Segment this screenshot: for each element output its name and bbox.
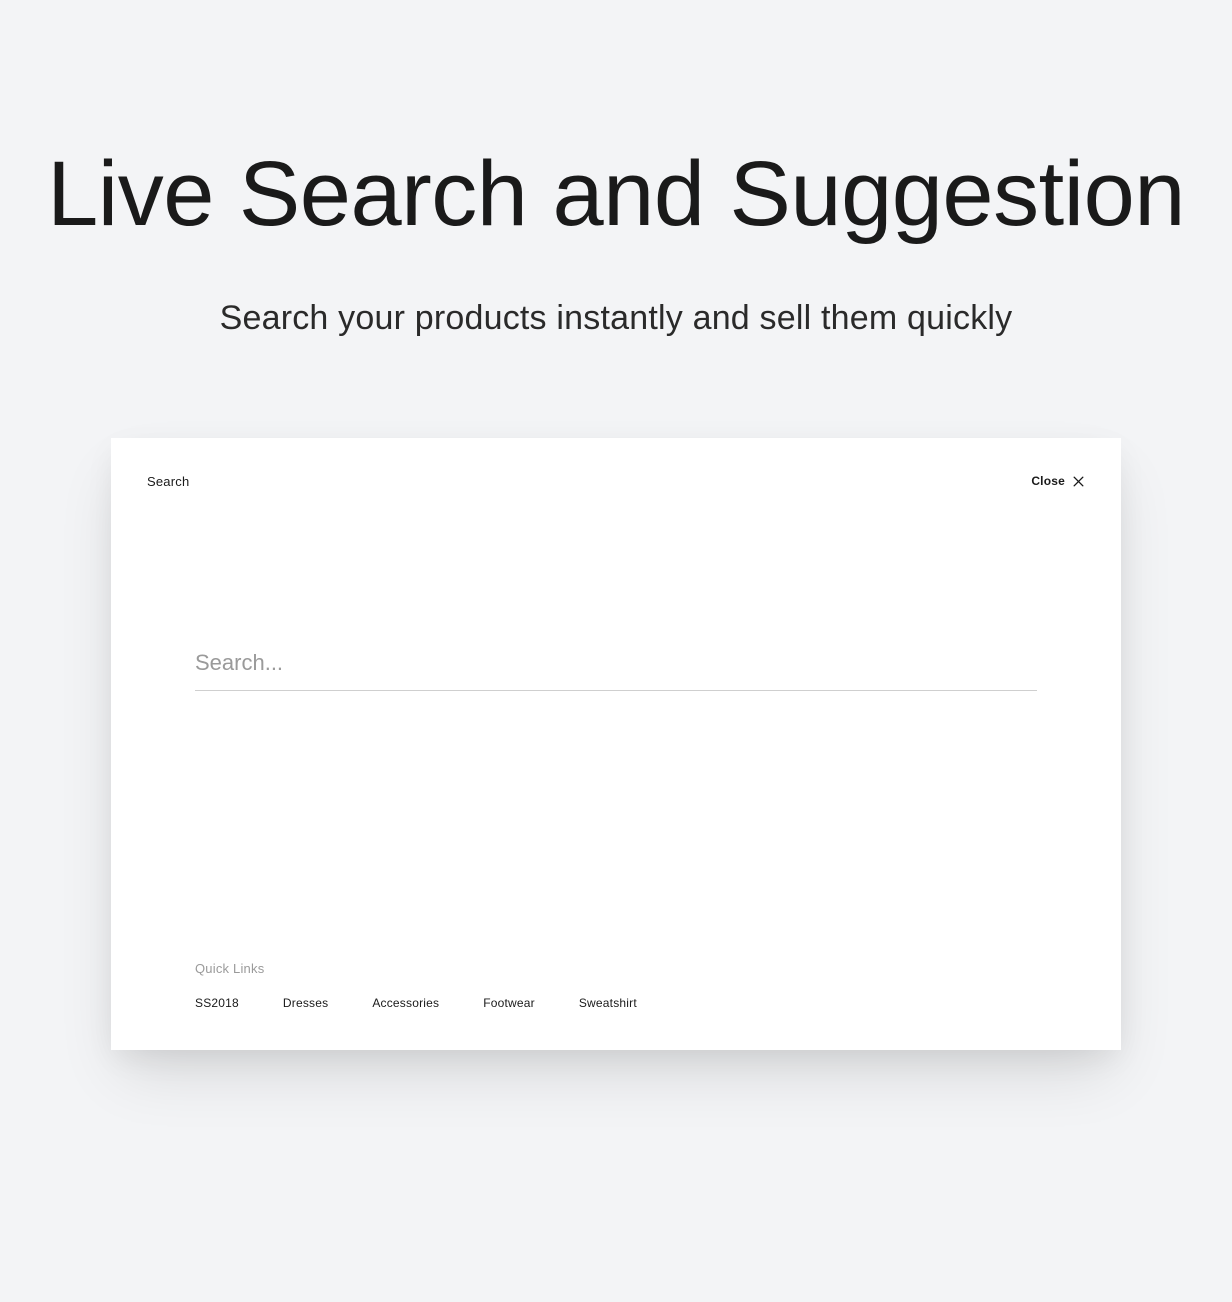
search-panel: Search Close Quick Links SS2018 Dresses … xyxy=(111,438,1121,1050)
quick-link-accessories[interactable]: Accessories xyxy=(372,996,439,1010)
quick-link-ss2018[interactable]: SS2018 xyxy=(195,996,239,1010)
search-label: Search xyxy=(147,474,189,489)
search-input[interactable] xyxy=(195,644,1037,691)
hero-section: Live Search and Suggestion Search your p… xyxy=(0,140,1232,338)
close-icon xyxy=(1072,475,1085,488)
quick-link-sweatshirt[interactable]: Sweatshirt xyxy=(579,996,637,1010)
search-panel-header: Search Close xyxy=(147,474,1085,489)
quick-link-dresses[interactable]: Dresses xyxy=(283,996,328,1010)
close-label: Close xyxy=(1031,474,1065,488)
close-button[interactable]: Close xyxy=(1031,474,1085,488)
quick-links-title: Quick Links xyxy=(195,961,1037,976)
quick-links-section: Quick Links SS2018 Dresses Accessories F… xyxy=(195,961,1037,1010)
hero-subtitle: Search your products instantly and sell … xyxy=(40,299,1192,338)
quick-links-row: SS2018 Dresses Accessories Footwear Swea… xyxy=(195,996,1037,1010)
search-panel-body: Quick Links SS2018 Dresses Accessories F… xyxy=(147,489,1085,1010)
quick-link-footwear[interactable]: Footwear xyxy=(483,996,535,1010)
hero-title: Live Search and Suggestion xyxy=(40,140,1192,249)
